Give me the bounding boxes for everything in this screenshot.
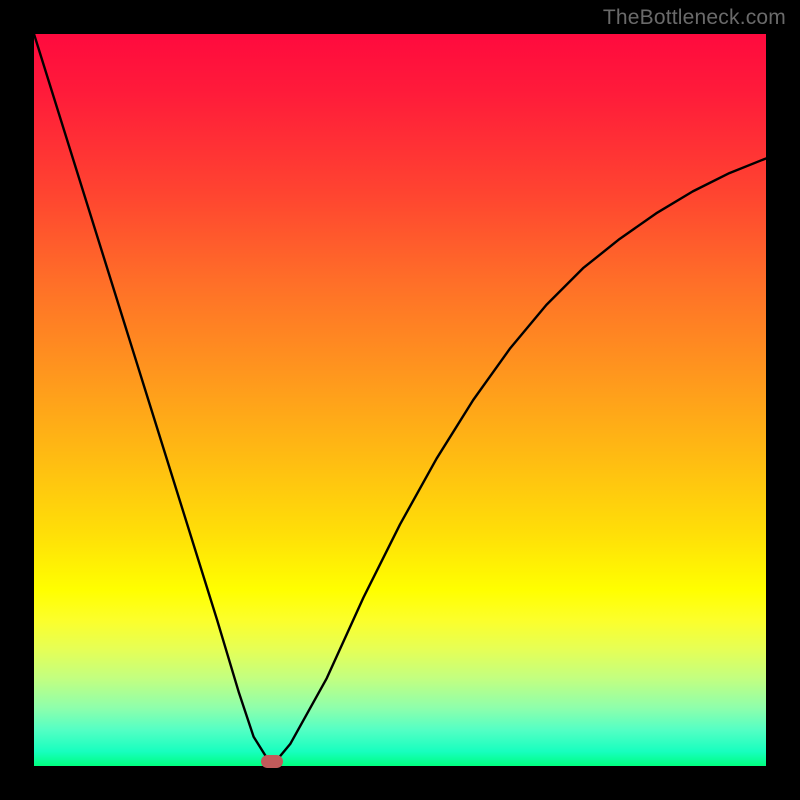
watermark-text: TheBottleneck.com bbox=[603, 6, 786, 30]
curve-svg bbox=[34, 34, 766, 766]
chart-area bbox=[34, 34, 766, 766]
optimal-marker bbox=[261, 755, 283, 768]
bottleneck-curve bbox=[34, 34, 766, 766]
